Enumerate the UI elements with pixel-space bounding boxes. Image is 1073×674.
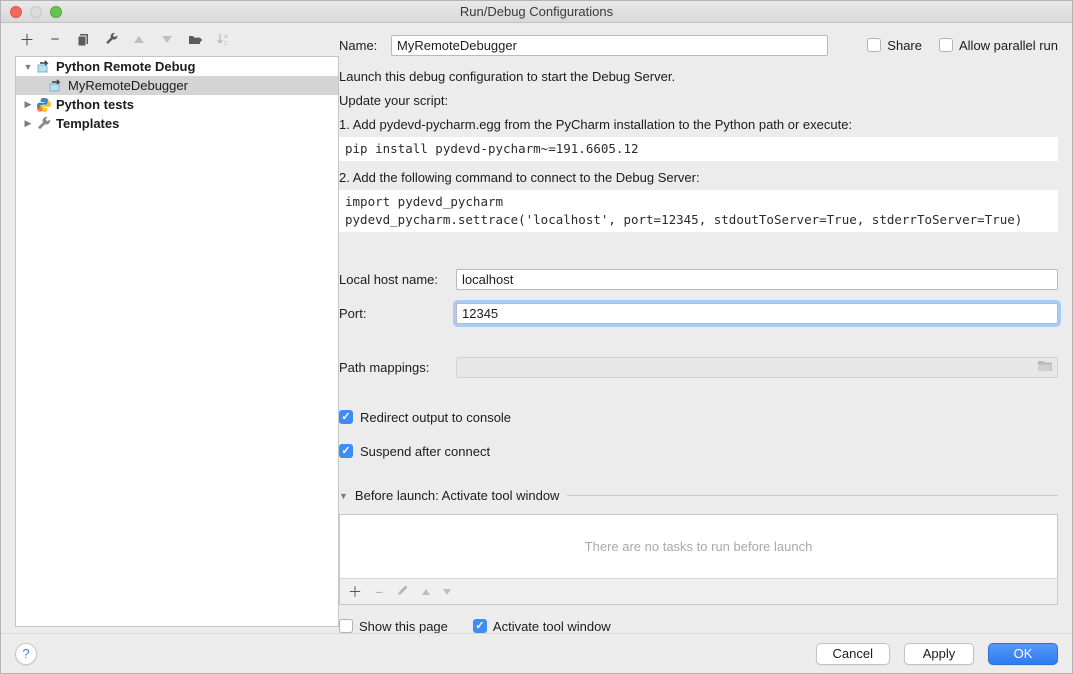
allow-parallel-run-checkbox[interactable] [939, 38, 953, 52]
tree-item-label: Python Remote Debug [56, 59, 195, 74]
allow-parallel-run-label: Allow parallel run [959, 38, 1058, 53]
move-down-icon [159, 32, 175, 48]
step1-text: 1. Add pydevd-pycharm.egg from the PyCha… [339, 117, 1058, 132]
chevron-right-icon[interactable]: ▶ [22, 99, 34, 110]
zoom-window-button[interactable] [50, 6, 62, 18]
tasks-list[interactable]: There are no tasks to run before launch [340, 515, 1057, 578]
suspend-after-connect-label: Suspend after connect [360, 444, 490, 459]
pip-command-code: pip install pydevd-pycharm~=191.6605.12 [339, 137, 1058, 161]
folder-icon[interactable] [1037, 359, 1053, 375]
move-task-up-icon [422, 589, 430, 595]
configurations-toolbar: ＋ − az [15, 23, 339, 56]
tree-item-myremotedebugger[interactable]: MyRemoteDebugger [16, 76, 338, 95]
remote-debug-icon [36, 59, 52, 75]
tree-item-label: MyRemoteDebugger [68, 78, 188, 93]
share-checkbox-group[interactable]: Share [867, 38, 922, 53]
help-button[interactable]: ? [15, 643, 37, 665]
tasks-toolbar: ＋ − [340, 578, 1057, 604]
svg-text:a: a [224, 33, 228, 40]
port-input[interactable] [456, 303, 1058, 324]
code-line-1: import pydevd_pycharm [345, 194, 503, 209]
show-this-page-checkbox-group[interactable]: Show this page [339, 619, 448, 634]
remote-debug-icon [48, 78, 64, 94]
python-icon [36, 97, 52, 113]
step2-text: 2. Add the following command to connect … [339, 170, 1058, 185]
move-task-down-icon [443, 589, 451, 595]
activate-tool-window-checkbox[interactable] [473, 619, 487, 633]
wrench-icon [36, 116, 52, 132]
name-input[interactable] [391, 35, 828, 56]
description-text: Launch this debug configuration to start… [339, 69, 1058, 84]
move-up-icon [131, 32, 147, 48]
tree-item-templates[interactable]: ▶ Templates [16, 114, 338, 133]
tree-item-python-remote-debug[interactable]: ▼ Python Remote Debug [16, 57, 338, 76]
redirect-output-checkbox[interactable] [339, 410, 353, 424]
settrace-code-block: import pydevd_pycharm pydevd_pycharm.sett… [339, 190, 1058, 232]
no-tasks-text: There are no tasks to run before launch [585, 539, 813, 554]
ok-button[interactable]: OK [988, 643, 1058, 665]
before-launch-section-header[interactable]: ▼ Before launch: Activate tool window [339, 488, 1058, 503]
dialog-footer: ? Cancel Apply OK [1, 633, 1072, 673]
activate-tool-window-checkbox-group[interactable]: Activate tool window [473, 619, 611, 634]
sort-icon: az [215, 32, 231, 48]
name-label: Name: [339, 38, 391, 53]
suspend-after-connect-checkbox-group[interactable]: Suspend after connect [339, 443, 1058, 459]
section-divider [567, 495, 1058, 496]
tree-item-label: Templates [56, 116, 119, 131]
tree-item-python-tests[interactable]: ▶ Python tests [16, 95, 338, 114]
before-launch-tasks-panel: There are no tasks to run before launch … [339, 514, 1058, 605]
remove-icon[interactable]: − [47, 32, 63, 48]
allow-parallel-run-checkbox-group[interactable]: Allow parallel run [939, 38, 1058, 53]
share-label: Share [887, 38, 922, 53]
apply-button[interactable]: Apply [904, 643, 974, 665]
redirect-output-label: Redirect output to console [360, 410, 511, 425]
port-label: Port: [339, 306, 456, 321]
chevron-down-icon[interactable]: ▼ [22, 62, 34, 72]
tree-item-label: Python tests [56, 97, 134, 112]
titlebar: Run/Debug Configurations [1, 1, 1072, 23]
local-host-name-input[interactable] [456, 269, 1058, 290]
show-this-page-checkbox[interactable] [339, 619, 353, 633]
svg-text:z: z [224, 40, 227, 47]
minimize-window-button [30, 6, 42, 18]
copy-icon[interactable] [75, 32, 91, 48]
edit-task-icon [396, 584, 409, 600]
remove-task-icon: − [375, 584, 383, 600]
chevron-right-icon[interactable]: ▶ [22, 118, 34, 129]
edit-defaults-icon[interactable] [103, 32, 119, 48]
local-host-name-label: Local host name: [339, 272, 456, 287]
suspend-after-connect-checkbox[interactable] [339, 444, 353, 458]
configurations-tree: ▼ Python Remote Debug MyRemoteDebugger ▶ [15, 56, 339, 627]
add-task-icon[interactable]: ＋ [348, 582, 362, 602]
cancel-button[interactable]: Cancel [816, 643, 890, 665]
activate-tool-window-label: Activate tool window [493, 619, 611, 634]
configurations-sidebar: ＋ − az ▼ [1, 23, 339, 633]
show-this-page-label: Show this page [359, 619, 448, 634]
share-checkbox[interactable] [867, 38, 881, 52]
path-mappings-label: Path mappings: [339, 360, 456, 375]
before-launch-label: Before launch: Activate tool window [355, 488, 560, 503]
configuration-editor: Name: Share Allow parallel run Launch th… [339, 23, 1072, 633]
update-script-text: Update your script: [339, 93, 1058, 108]
code-line-2: pydevd_pycharm.settrace('localhost', por… [345, 212, 1022, 227]
traffic-lights [10, 6, 62, 18]
redirect-output-checkbox-group[interactable]: Redirect output to console [339, 409, 1058, 425]
close-window-button[interactable] [10, 6, 22, 18]
path-mappings-field[interactable] [456, 357, 1058, 378]
run-debug-configurations-dialog: Run/Debug Configurations ＋ − az [0, 0, 1073, 674]
add-icon[interactable]: ＋ [19, 32, 35, 48]
new-folder-icon[interactable] [187, 32, 203, 48]
window-title: Run/Debug Configurations [1, 4, 1072, 19]
chevron-down-icon[interactable]: ▼ [339, 491, 348, 501]
